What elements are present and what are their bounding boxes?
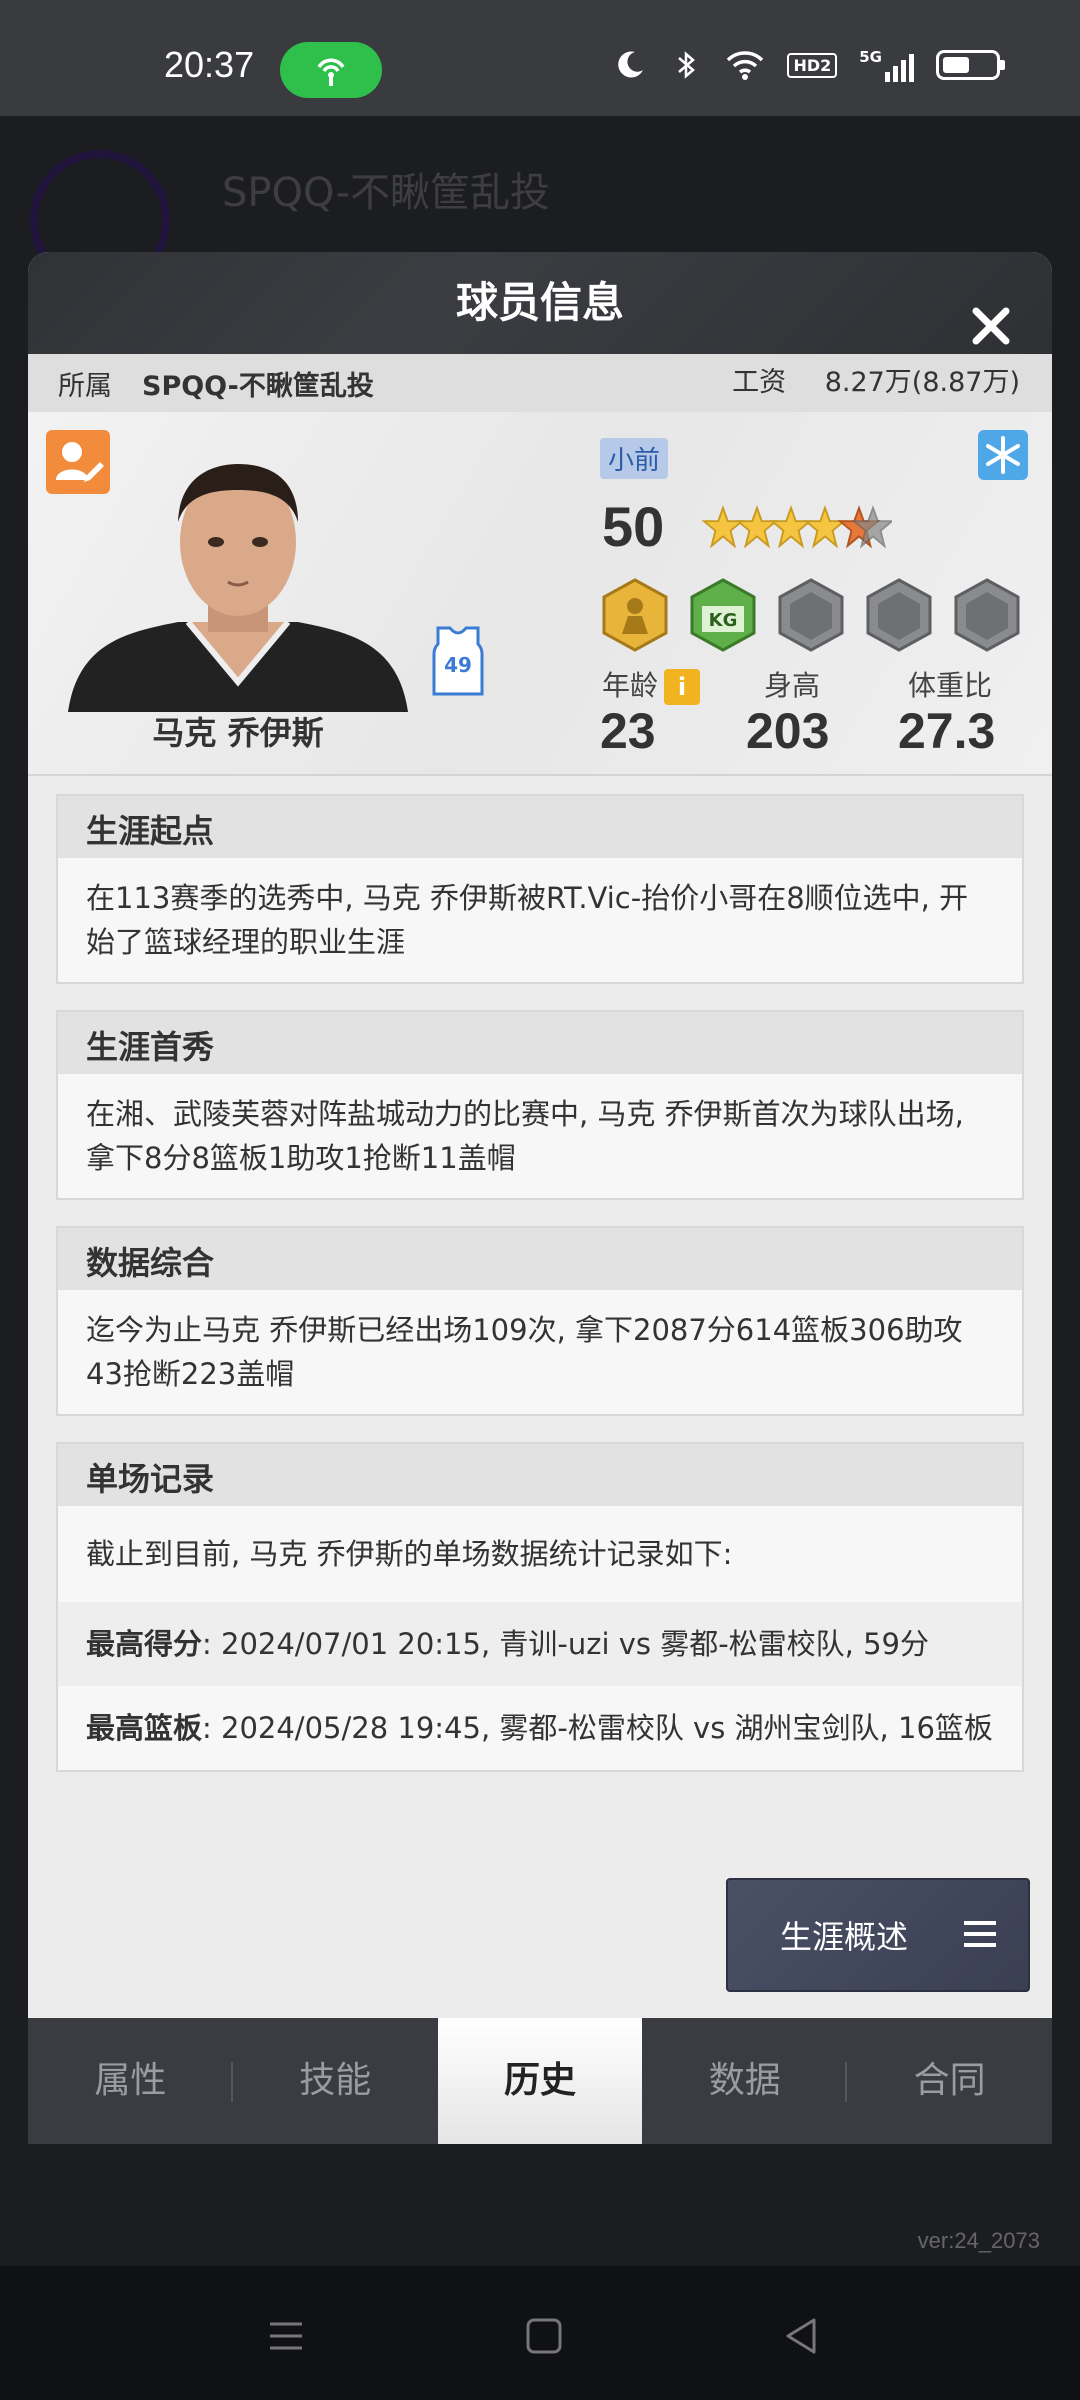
section-card: 生涯起点 在113赛季的选秀中, 马克 乔伊斯被RT.Vic-抬价小哥在8顺位选… bbox=[56, 794, 1024, 984]
record-item: 最高篮板: 2024/05/28 19:45, 雾都-松雷校队 vs 湖州宝剑队… bbox=[86, 1711, 993, 1745]
empty-badge-icon[interactable] bbox=[776, 578, 846, 652]
version-label: ver:24_2073 bbox=[917, 2228, 1040, 2253]
star-rating bbox=[702, 504, 892, 552]
menu-icon bbox=[964, 1918, 996, 1958]
5g-signal-icon: 5G bbox=[859, 48, 914, 82]
hotspot-icon[interactable] bbox=[280, 42, 382, 98]
bluetooth-icon bbox=[669, 48, 703, 82]
jersey-number: 49 bbox=[444, 653, 472, 677]
salary: 工资 8.27万(8.87万) bbox=[732, 354, 1020, 412]
section-card: 生涯首秀 在湘、武陵芙蓉对阵盐城动力的比赛中, 马克 乔伊斯首次为球队出场, 拿… bbox=[56, 1010, 1024, 1200]
home-icon[interactable] bbox=[524, 2316, 564, 2360]
section-title: 数据综合 bbox=[58, 1228, 1022, 1290]
status-bar: 20:37 HD2 5G bbox=[0, 0, 1080, 116]
snowflake-icon[interactable] bbox=[978, 430, 1028, 480]
career-summary-label: 生涯概述 bbox=[780, 1918, 909, 1956]
background-team-title: SPQQ-不瞅筐乱投 bbox=[222, 170, 551, 216]
kg-badge-icon[interactable]: KG bbox=[688, 578, 758, 652]
records-card: 单场记录 截止到目前, 马克 乔伊斯的单场数据统计记录如下: 最高得分: 202… bbox=[56, 1442, 1024, 1772]
badge-row: KG bbox=[600, 578, 1022, 652]
moon-icon bbox=[613, 48, 647, 82]
star-icon bbox=[769, 505, 813, 549]
position-badge: 小前 bbox=[600, 438, 669, 479]
age-value: 23 bbox=[600, 703, 656, 759]
records-title: 单场记录 bbox=[58, 1444, 1022, 1506]
tab-skills[interactable]: 技能 bbox=[233, 2018, 438, 2144]
jersey-icon: 49 bbox=[430, 624, 486, 696]
player-rating: 50 bbox=[602, 495, 665, 558]
modal-header: 球员信息 bbox=[28, 252, 1052, 354]
section-body: 迄今为止马克 乔伊斯已经出场109次, 拿下2087分614篮板306助攻43抢… bbox=[86, 1313, 963, 1391]
team-name: SPQQ-不瞅筐乱投 bbox=[142, 370, 374, 402]
battery-icon bbox=[936, 50, 1005, 80]
age-label: 年龄 i bbox=[602, 664, 701, 705]
history-content[interactable]: 生涯起点 在113赛季的选秀中, 马克 乔伊斯被RT.Vic-抬价小哥在8顺位选… bbox=[56, 794, 1024, 1814]
info-icon[interactable]: i bbox=[664, 669, 701, 705]
tab-history[interactable]: 历史 bbox=[437, 2018, 643, 2144]
recent-apps-icon[interactable] bbox=[266, 2316, 306, 2360]
star-icon bbox=[702, 505, 745, 549]
player-portrait bbox=[68, 442, 408, 712]
empty-badge-icon[interactable] bbox=[864, 578, 934, 652]
clock: 20:37 bbox=[164, 44, 255, 85]
gold-player-badge-icon[interactable] bbox=[600, 578, 670, 652]
section-body: 在湘、武陵芙蓉对阵盐城动力的比赛中, 马克 乔伊斯首次为球队出场, 拿下8分8篮… bbox=[86, 1097, 964, 1175]
player-info-modal: 球员信息 所属 SPQQ-不瞅筐乱投 工资 8.27万(8.87万) 49 马克… bbox=[28, 252, 1052, 2144]
section-body: 在113赛季的选秀中, 马克 乔伊斯被RT.Vic-抬价小哥在8顺位选中, 开始… bbox=[86, 881, 969, 959]
salary-value: 8.27万(8.87万) bbox=[824, 367, 1020, 398]
svg-text:KG: KG bbox=[709, 610, 738, 631]
height-label: 身高 bbox=[764, 669, 821, 702]
tab-data[interactable]: 数据 bbox=[642, 2018, 848, 2144]
player-name: 马克 乔伊斯 bbox=[152, 714, 324, 752]
section-card: 数据综合 迄今为止马克 乔伊斯已经出场109次, 拿下2087分614篮板306… bbox=[56, 1226, 1024, 1416]
star-icon bbox=[735, 505, 779, 549]
height-value: 203 bbox=[746, 703, 830, 759]
back-icon[interactable] bbox=[782, 2316, 822, 2360]
close-icon[interactable] bbox=[970, 282, 1012, 345]
section-title: 生涯起点 bbox=[58, 796, 1022, 858]
weight-ratio-value: 27.3 bbox=[898, 703, 996, 759]
wifi-icon bbox=[725, 48, 765, 82]
section-title: 生涯首秀 bbox=[58, 1012, 1022, 1074]
team-label: 所属 bbox=[58, 370, 112, 402]
career-summary-button[interactable]: 生涯概述 bbox=[726, 1878, 1030, 1992]
tab-attributes[interactable]: 属性 bbox=[28, 2018, 233, 2144]
records-intro: 截止到目前, 马克 乔伊斯的单场数据统计记录如下: bbox=[86, 1537, 733, 1571]
tab-contract[interactable]: 合同 bbox=[847, 2018, 1052, 2144]
hd2-icon: HD2 bbox=[787, 52, 838, 78]
modal-title: 球员信息 bbox=[455, 278, 624, 327]
salary-label: 工资 bbox=[732, 367, 787, 398]
record-item: 最高得分: 2024/07/01 20:15, 青训-uzi vs 雾都-松雷校… bbox=[58, 1602, 1022, 1686]
empty-badge-icon[interactable] bbox=[952, 578, 1022, 652]
weight-ratio-label: 体重比 bbox=[908, 669, 993, 702]
team-salary-row: 所属 SPQQ-不瞅筐乱投 工资 8.27万(8.87万) bbox=[28, 354, 1052, 412]
tab-bar: 属性 技能 历史 数据 合同 bbox=[28, 2018, 1052, 2144]
star-icon bbox=[803, 505, 847, 549]
player-profile: 49 马克 乔伊斯 小前 50 KG 年龄 i 身高 体重比 23 203 27… bbox=[28, 412, 1052, 776]
